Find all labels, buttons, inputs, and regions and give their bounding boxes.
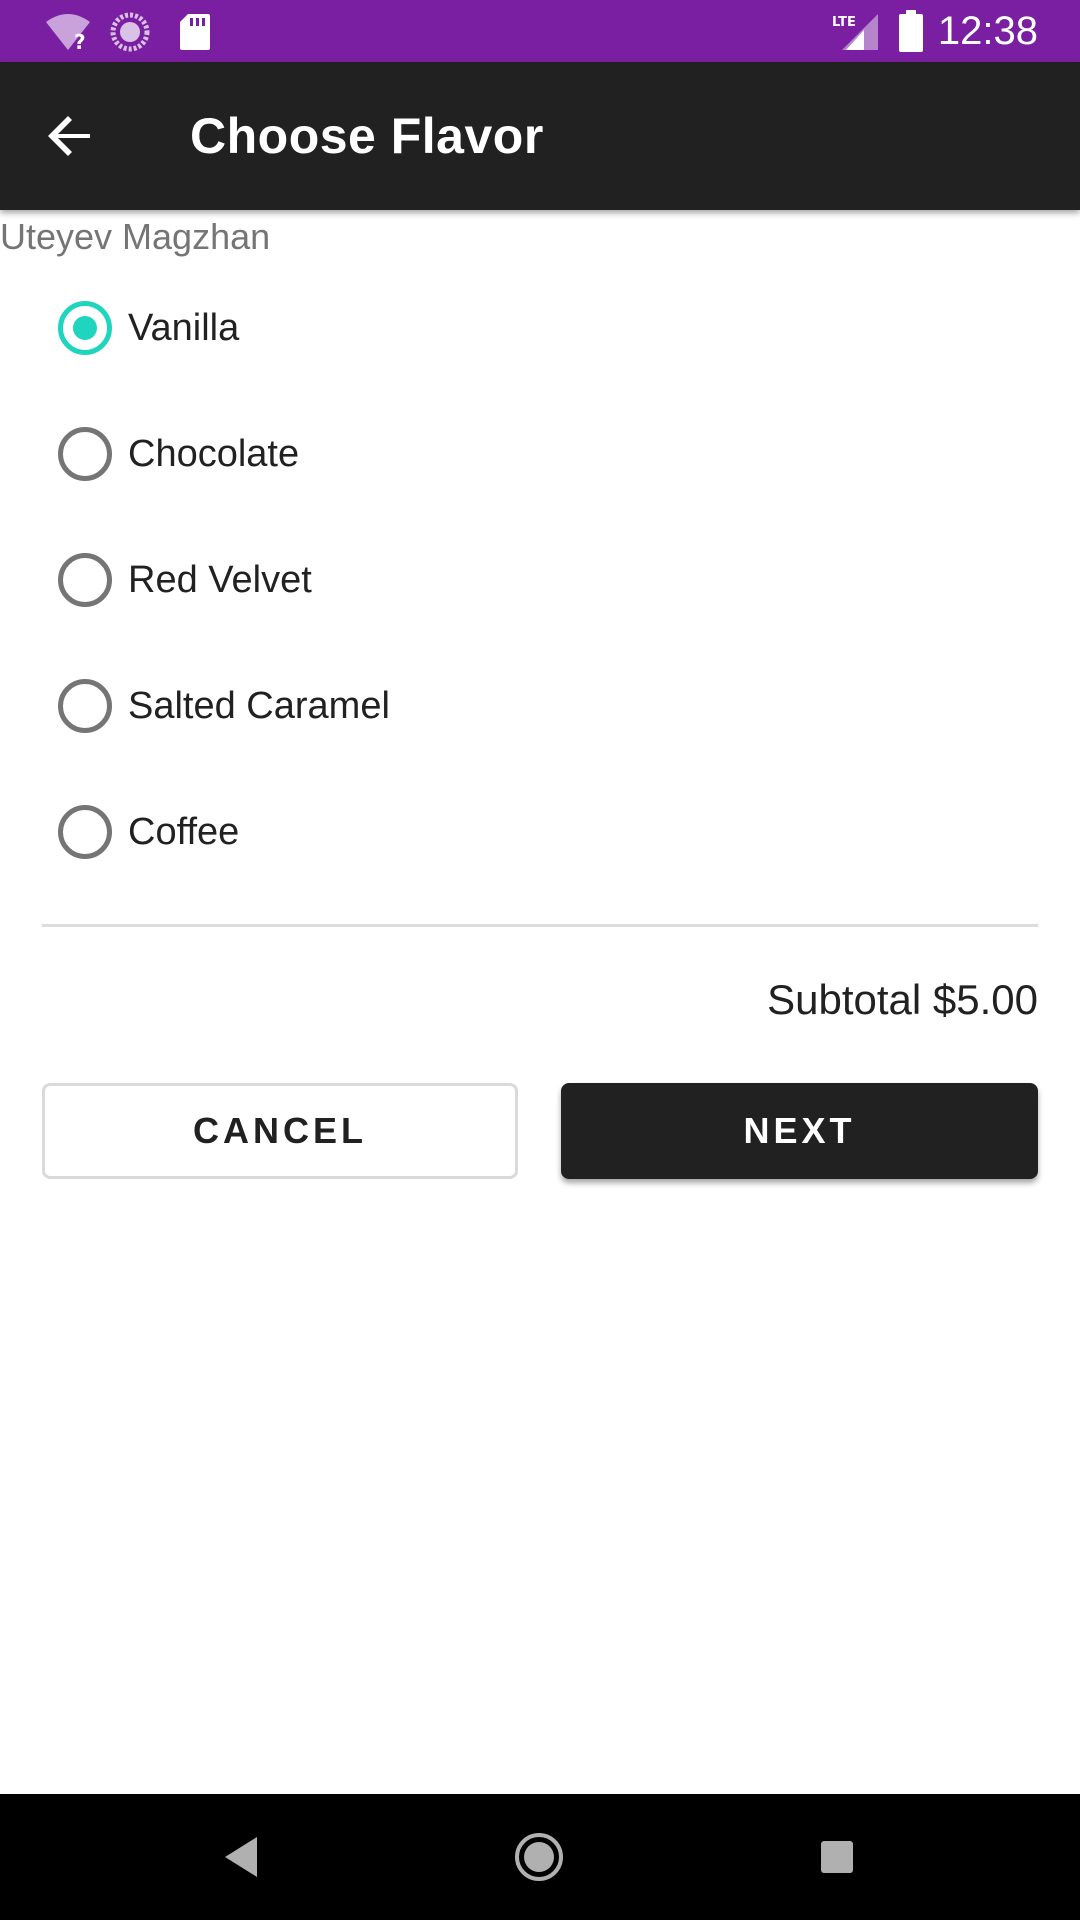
radio-option-chocolate[interactable]: Chocolate: [42, 391, 1042, 517]
radio-dot: [73, 316, 97, 340]
next-button[interactable]: NEXT: [561, 1083, 1038, 1179]
radio-unchecked-icon[interactable]: [58, 679, 112, 733]
radio-option-red-velvet[interactable]: Red Velvet: [42, 517, 1042, 643]
page-title: Choose Flavor: [190, 108, 544, 164]
radio-option-vanilla[interactable]: Vanilla: [42, 265, 1042, 391]
radio-label: Chocolate: [128, 433, 300, 475]
nav-recents-button[interactable]: [804, 1824, 870, 1890]
nav-home-button[interactable]: [506, 1824, 572, 1890]
status-time: 12:38: [937, 9, 1038, 53]
arrow-back-icon: [48, 116, 90, 156]
radio-unchecked-icon[interactable]: [58, 553, 112, 607]
subtotal-text: Subtotal $5.00: [767, 976, 1038, 1023]
signal-lte-icon: LTE: [832, 14, 878, 50]
radio-label: Coffee: [128, 811, 240, 853]
radio-option-coffee[interactable]: Coffee: [42, 769, 1042, 895]
nav-back-button[interactable]: [208, 1824, 274, 1890]
svg-text:?: ?: [74, 30, 86, 52]
nav-back-icon: [225, 1837, 257, 1877]
nav-home-icon: [515, 1833, 563, 1881]
cancel-button[interactable]: CANCEL: [42, 1083, 518, 1179]
sync-icon: [110, 12, 150, 52]
flavor-radio-group: Vanilla Chocolate Red Velvet Salted Cara…: [42, 265, 1042, 895]
nav-recents-icon: [821, 1841, 853, 1873]
lte-label: LTE: [832, 15, 856, 30]
battery-icon: [899, 10, 923, 52]
divider: [42, 924, 1038, 927]
screen: ? LTE 12:38 Choose Flavor Uteyev Magzhan…: [0, 0, 1080, 1920]
radio-option-salted-caramel[interactable]: Salted Caramel: [42, 643, 1042, 769]
radio-unchecked-icon[interactable]: [58, 805, 112, 859]
wifi-unknown-icon: ?: [46, 14, 90, 52]
navigation-bar: [0, 1794, 1080, 1920]
sd-card-icon: [180, 14, 210, 50]
app-bar: Choose Flavor: [0, 62, 1080, 210]
radio-unchecked-icon[interactable]: [58, 427, 112, 481]
radio-label: Red Velvet: [128, 559, 312, 601]
radio-label: Vanilla: [128, 307, 240, 349]
radio-label: Salted Caramel: [128, 685, 390, 727]
radio-checked-icon[interactable]: [58, 301, 112, 355]
author-name: Uteyev Magzhan: [0, 216, 271, 257]
back-button[interactable]: [36, 104, 104, 168]
status-bar: ? LTE 12:38: [0, 0, 1080, 62]
